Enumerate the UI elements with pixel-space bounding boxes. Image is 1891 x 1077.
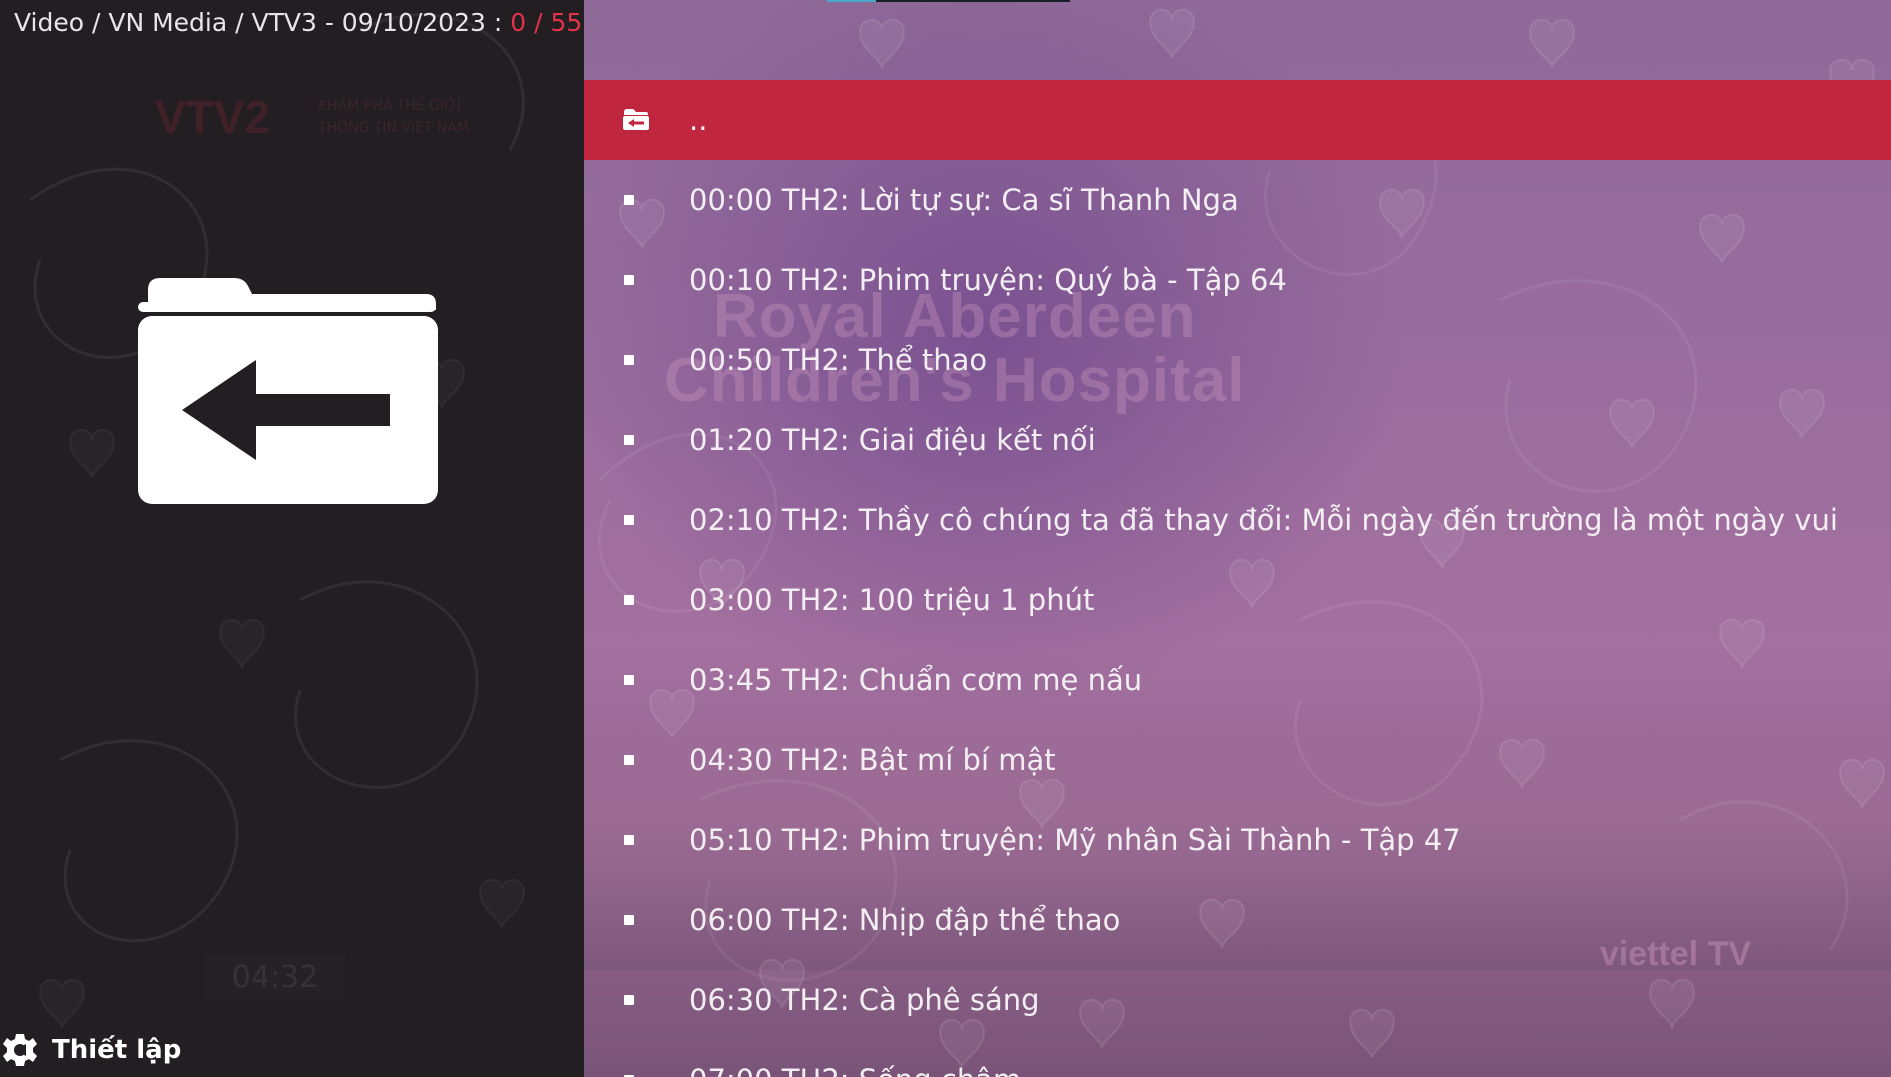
- breadcrumb-path: Video / VN Media / VTV3 - 09/10/2023 :: [14, 8, 511, 37]
- list-item-label: 03:45 TH2: Chuẩn cơm mẹ nấu: [689, 663, 1143, 697]
- bullet-icon: [624, 515, 634, 525]
- list-item[interactable]: 05:10 TH2: Phim truyện: Mỹ nhân Sài Thàn…: [584, 800, 1891, 880]
- settings-button[interactable]: Thiết lập: [0, 1029, 181, 1071]
- list-item[interactable]: 06:30 TH2: Cà phê sáng: [584, 960, 1891, 1040]
- left-info-panel: VTV2 KHÁM PHÁ THẾ GIỚI THÔNG TIN VIỆT NA…: [0, 0, 584, 1077]
- list-item-label: 00:10 TH2: Phim truyện: Quý bà - Tập 64: [689, 263, 1287, 297]
- list-item-label: 06:00 TH2: Nhịp đập thể thao: [689, 903, 1121, 937]
- bullet-icon: [624, 995, 634, 1005]
- bullet-icon: [624, 275, 634, 285]
- list-item-label: ..: [689, 103, 708, 137]
- ghost-channel-subtitle: KHÁM PHÁ THẾ GIỚI THÔNG TIN VIỆT NAM: [318, 98, 470, 136]
- list-item[interactable]: 03:00 TH2: 100 triệu 1 phút: [584, 560, 1891, 640]
- bullet-icon: [624, 355, 634, 365]
- playback-progress-fill: [827, 0, 876, 2]
- bullet-icon: [624, 835, 634, 845]
- bullet-icon: [624, 755, 634, 765]
- playback-progress-bar: [827, 0, 1070, 2]
- list-item-label: 03:00 TH2: 100 triệu 1 phút: [689, 583, 1095, 617]
- bullet-icon: [624, 595, 634, 605]
- ghost-channel-logo: VTV2: [155, 91, 271, 143]
- list-item[interactable]: 01:20 TH2: Giai điệu kết nối: [584, 400, 1891, 480]
- bullet-icon: [624, 915, 634, 925]
- list-item-label: 04:30 TH2: Bật mí bí mật: [689, 743, 1056, 777]
- settings-label: Thiết lập: [52, 1035, 182, 1065]
- bullet-icon: [624, 675, 634, 685]
- list-item[interactable]: 04:30 TH2: Bật mí bí mật: [584, 720, 1891, 800]
- folder-back-icon: [623, 109, 649, 130]
- list-item[interactable]: 00:10 TH2: Phim truyện: Quý bà - Tập 64: [584, 240, 1891, 320]
- list-item[interactable]: 02:10 TH2: Thầy cô chúng ta đã thay đổi:…: [584, 480, 1891, 560]
- item-counter: 0 / 55: [510, 8, 583, 37]
- list-item[interactable]: 00:50 TH2: Thể thao: [584, 320, 1891, 400]
- list-item[interactable]: 06:00 TH2: Nhịp đập thể thao: [584, 880, 1891, 960]
- list-item-label: 05:10 TH2: Phim truyện: Mỹ nhân Sài Thàn…: [689, 823, 1461, 857]
- media-browser-screen: Royal Aberdeen Children's Hospital viett…: [0, 0, 1891, 1077]
- folder-back-large-icon: [138, 278, 438, 504]
- list-item-parent-folder[interactable]: ..: [584, 80, 1891, 160]
- gear-icon: [3, 1034, 37, 1066]
- bullet-icon: [624, 435, 634, 445]
- list-item-label: 06:30 TH2: Cà phê sáng: [689, 983, 1040, 1017]
- list-item-label: 02:10 TH2: Thầy cô chúng ta đã thay đổi:…: [689, 503, 1838, 537]
- list-item-label: 01:20 TH2: Giai điệu kết nối: [689, 423, 1096, 457]
- ghost-clock: 04:32: [205, 955, 345, 1000]
- bullet-icon: [624, 195, 634, 205]
- file-list: .. 00:00 TH2: Lời tự sự: Ca sĩ Thanh Nga…: [584, 80, 1891, 1077]
- list-item[interactable]: 07:00 TH2: Sống chậm: [584, 1040, 1891, 1077]
- list-item[interactable]: 00:00 TH2: Lời tự sự: Ca sĩ Thanh Nga: [584, 160, 1891, 240]
- list-item-label: 07:00 TH2: Sống chậm: [689, 1040, 1021, 1077]
- list-item-label: 00:00 TH2: Lời tự sự: Ca sĩ Thanh Nga: [689, 183, 1239, 217]
- list-item[interactable]: 03:45 TH2: Chuẩn cơm mẹ nấu: [584, 640, 1891, 720]
- breadcrumb: Video / VN Media / VTV3 - 09/10/2023 : 0…: [14, 8, 582, 37]
- list-item-label: 00:50 TH2: Thể thao: [689, 343, 988, 377]
